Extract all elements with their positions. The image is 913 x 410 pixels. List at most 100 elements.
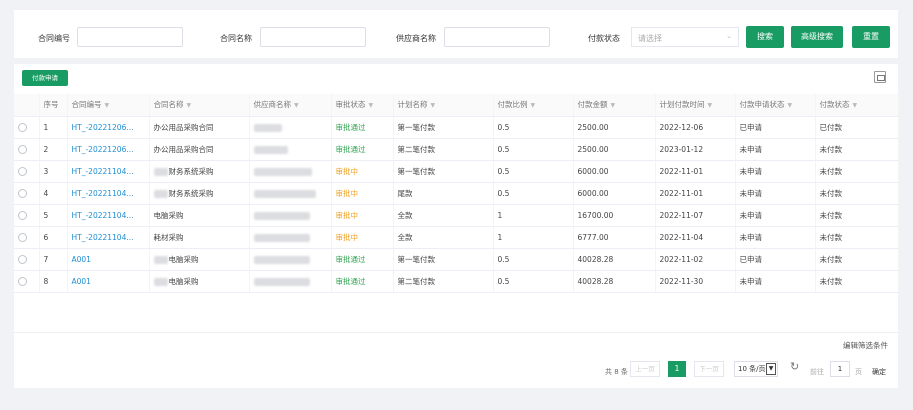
next-page-button[interactable]: 下一页 <box>694 361 724 377</box>
seq-cell: 4 <box>39 182 68 205</box>
row-radio[interactable] <box>18 144 27 154</box>
table-row[interactable]: 8 A001 电脑采购 审批通过 第二笔付款 0.5 40028.28 2022-11-30 未… <box>14 270 899 293</box>
table-row[interactable]: 4 HT_-20221104... 财务系统采购 审批中 尾款 0.5 6000.00 202… <box>14 182 899 205</box>
table-row[interactable]: 5 HT_-20221104... 电脑采购 审批中 全款 1 16700.00 2022-1… <box>14 204 899 227</box>
contract-no-cell[interactable]: HT_-20221104... <box>67 182 150 205</box>
page-size-select[interactable]: 10 条/页 ▼ <box>734 361 778 377</box>
filter-icon[interactable]: ▼ <box>853 102 858 109</box>
contract-no-cell[interactable]: A001 <box>67 248 150 271</box>
filter-icon[interactable]: ▼ <box>187 102 192 109</box>
filter-icon[interactable]: ▼ <box>708 102 713 109</box>
row-radio[interactable] <box>18 210 27 220</box>
table-row[interactable]: 6 HT_-20221104... 耗材采购 审批中 全款 1 6777.00 2022-11… <box>14 226 899 249</box>
filter-icon[interactable]: ▼ <box>431 102 436 109</box>
contract-name-text: 电脑采购 <box>153 210 184 220</box>
redacted-text <box>253 277 310 286</box>
table-row[interactable]: 2 HT_-20221206... 办公用品采购合同 审批通过 第二笔付款 0.5 2500… <box>14 138 899 161</box>
advanced-search-button[interactable]: 高级搜索 <box>791 26 843 48</box>
approval-status-cell: 审批通过 <box>331 116 394 139</box>
row-radio[interactable] <box>18 276 27 286</box>
ratio-cell: 1 <box>493 204 574 227</box>
contract-no-cell[interactable]: HT_-20221104... <box>67 160 150 183</box>
column-header[interactable]: 供应商名称 ▼ <box>249 94 332 117</box>
plan-date-cell: 2023-01-12 <box>655 138 736 161</box>
row-radio[interactable] <box>18 188 27 198</box>
redacted-text <box>153 277 168 286</box>
column-header[interactable]: 合同编号 ▼ <box>67 94 150 117</box>
search-button[interactable]: 搜索 <box>746 26 784 48</box>
contract-name-cell: 财务系统采购 <box>149 182 250 205</box>
plan-date-cell: 2022-11-01 <box>655 160 736 183</box>
row-radio[interactable] <box>18 232 27 242</box>
approval-status-cell: 审批通过 <box>331 138 394 161</box>
apply-status-cell: 已申请 <box>735 248 816 271</box>
table-row[interactable]: 3 HT_-20221104... 财务系统采购 审批中 第一笔付款 0.5 6000.00… <box>14 160 899 183</box>
filter-icon[interactable]: ▼ <box>294 102 299 109</box>
row-radio[interactable] <box>18 122 27 132</box>
plan-name-cell: 全款 <box>393 226 494 249</box>
contract-name-label: 合同名称 <box>220 34 252 43</box>
column-header[interactable]: 付款状态 ▼ <box>815 94 899 117</box>
row-select-cell[interactable] <box>14 248 40 271</box>
payment-apply-button[interactable]: 付款申请 <box>22 70 68 86</box>
contract-no-input[interactable] <box>77 27 183 47</box>
supplier-cell <box>249 226 332 249</box>
column-header[interactable]: 计划名称 ▼ <box>393 94 494 117</box>
contract-no-cell[interactable]: HT_-20221104... <box>67 226 150 249</box>
total-count: 共 8 条 <box>605 368 628 376</box>
amount-cell: 2500.00 <box>573 138 656 161</box>
row-select-cell[interactable] <box>14 226 40 249</box>
prev-page-button[interactable]: 上一页 <box>630 361 660 377</box>
supplier-input[interactable] <box>444 27 550 47</box>
column-header[interactable]: 付款金额 ▼ <box>573 94 656 117</box>
reset-button[interactable]: 重置 <box>852 26 890 48</box>
contract-no-cell[interactable]: HT_-20221104... <box>67 204 150 227</box>
ratio-cell: 0.5 <box>493 138 574 161</box>
goto-confirm-button[interactable]: 确定 <box>872 367 886 377</box>
pay-status-cell: 未付款 <box>815 270 899 293</box>
contract-no-cell[interactable]: A001 <box>67 270 150 293</box>
column-header[interactable]: 付款申请状态 ▼ <box>735 94 816 117</box>
filter-icon[interactable]: ▼ <box>788 102 793 109</box>
chevron-down-icon: ⌄ <box>726 32 732 40</box>
contract-no-cell[interactable]: HT_-20221206... <box>67 138 150 161</box>
ratio-cell: 0.5 <box>493 160 574 183</box>
column-header[interactable]: 计划付款时间 ▼ <box>655 94 736 117</box>
row-select-cell[interactable] <box>14 116 40 139</box>
filter-icon[interactable]: ▼ <box>105 102 110 109</box>
contract-no-cell[interactable]: HT_-20221206... <box>67 116 150 139</box>
contract-name-cell: 电脑采购 <box>149 204 250 227</box>
contract-name-cell: 电脑采购 <box>149 248 250 271</box>
amount-cell: 40028.28 <box>573 270 656 293</box>
filter-icon[interactable]: ▼ <box>369 102 374 109</box>
chevron-down-icon: ▼ <box>766 363 776 375</box>
payment-status-select[interactable]: 请选择 ⌄ <box>631 27 739 47</box>
row-select-cell[interactable] <box>14 270 40 293</box>
page-number-current[interactable]: 1 <box>668 361 686 377</box>
row-select-cell[interactable] <box>14 204 40 227</box>
filter-icon[interactable]: ▼ <box>531 102 536 109</box>
pay-status-cell: 未付款 <box>815 160 899 183</box>
ratio-cell: 0.5 <box>493 270 574 293</box>
column-header[interactable]: 付款比例 ▼ <box>493 94 574 117</box>
filter-icon[interactable]: ▼ <box>611 102 616 109</box>
row-select-cell[interactable] <box>14 160 40 183</box>
row-select-cell[interactable] <box>14 138 40 161</box>
print-icon[interactable] <box>874 71 886 83</box>
column-header[interactable]: 合同名称 ▼ <box>149 94 250 117</box>
refresh-icon[interactable]: ↻ <box>790 360 799 373</box>
plan-date-cell: 2022-11-30 <box>655 270 736 293</box>
pay-status-cell: 未付款 <box>815 138 899 161</box>
row-radio[interactable] <box>18 166 27 176</box>
column-header[interactable]: 审批状态 ▼ <box>331 94 394 117</box>
row-select-cell[interactable] <box>14 182 40 205</box>
row-radio[interactable] <box>18 254 27 264</box>
goto-page-input[interactable]: 1 <box>830 361 850 377</box>
payment-status-placeholder: 请选择 <box>638 34 662 43</box>
table-row[interactable]: 7 A001 电脑采购 审批通过 第一笔付款 0.5 40028.28 2022-11-02 已… <box>14 248 899 271</box>
table-row[interactable]: 1 HT_-20221206... 办公用品采购合同 审批通过 第一笔付款 0.5 2500… <box>14 116 899 139</box>
contract-name-cell: 财务系统采购 <box>149 160 250 183</box>
edit-filter-link[interactable]: 编辑筛选条件 <box>843 340 888 351</box>
contract-name-input[interactable] <box>260 27 366 47</box>
supplier-cell <box>249 204 332 227</box>
